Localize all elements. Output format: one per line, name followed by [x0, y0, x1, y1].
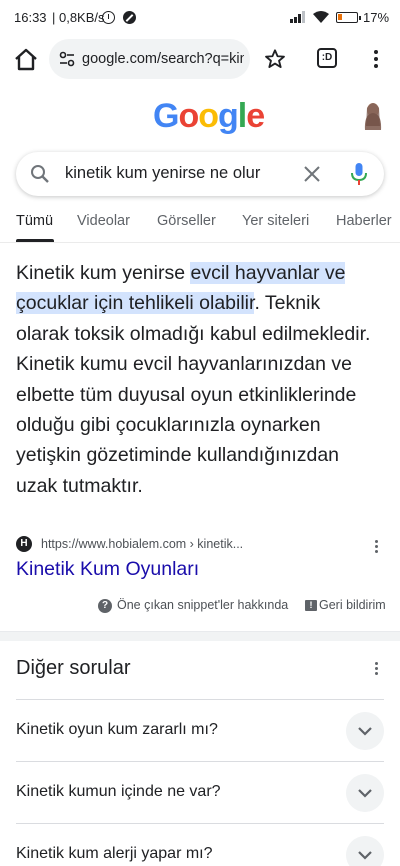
chevron-down-icon[interactable] — [346, 712, 384, 750]
feedback-label: Geri bildirim — [319, 598, 386, 612]
star-icon[interactable] — [264, 48, 286, 70]
url-text: google.com/search?q=kinetik — [82, 51, 244, 67]
network-speed: | 0,8KB/s — [52, 10, 105, 25]
search-input[interactable]: kinetik kum yenirse ne olur — [65, 164, 260, 183]
question-item[interactable]: Kinetik kumun içinde ne var? — [16, 761, 384, 823]
tab-all[interactable]: Tümü — [16, 213, 53, 229]
question-text: Kinetik kumun içinde ne var? — [16, 783, 221, 800]
google-logo[interactable]: Google — [153, 98, 265, 134]
tab-places[interactable]: Yer siteleri — [242, 213, 309, 229]
search-tabs: Tümü Videolar Görseller Yer siteleri Hab… — [0, 208, 400, 242]
help-icon: ? — [98, 599, 112, 613]
question-text: Kinetik oyun kum zararlı mı? — [16, 721, 218, 738]
site-settings-icon[interactable] — [59, 51, 75, 67]
question-item[interactable]: Kinetik oyun kum zararlı mı? — [16, 699, 384, 761]
browser-toolbar: google.com/search?q=kinetik :D — [0, 36, 400, 84]
tab-switcher-icon[interactable]: :D — [317, 48, 337, 68]
section-separator — [0, 631, 400, 641]
battery-icon — [336, 12, 361, 23]
feedback-icon: ! — [305, 600, 317, 611]
home-icon[interactable] — [12, 46, 40, 74]
about-snippets-label: Öne çıkan snippet'ler hakkında — [117, 598, 289, 612]
tab-images[interactable]: Görseller — [157, 213, 216, 229]
chevron-down-icon[interactable] — [346, 836, 384, 866]
more-vert-icon[interactable] — [366, 47, 386, 71]
close-icon[interactable] — [302, 164, 322, 184]
question-item[interactable]: Kinetik kum alerji yapar mı? — [16, 823, 384, 866]
microphone-icon[interactable] — [350, 162, 368, 186]
tab-videos[interactable]: Videolar — [77, 213, 130, 229]
question-text: Kinetik kum alerji yapar mı? — [16, 845, 213, 862]
status-time: 16:33 — [14, 10, 47, 25]
source-url[interactable]: https://www.hobialem.com › kinetik... — [41, 537, 243, 551]
address-bar[interactable]: google.com/search?q=kinetik — [49, 39, 250, 79]
search-icon — [31, 165, 49, 183]
search-box[interactable]: kinetik kum yenirse ne olur — [16, 152, 384, 196]
chevron-down-icon[interactable] — [346, 774, 384, 812]
tab-news[interactable]: Haberler — [336, 213, 392, 229]
avatar[interactable] — [359, 100, 387, 130]
alarm-icon — [102, 11, 115, 24]
other-questions-title: Diğer sorular — [16, 657, 131, 679]
featured-snippet-text: Kinetik kum yenirse evcil hayvanlar ve ç… — [16, 262, 371, 497]
do-not-disturb-icon — [123, 11, 136, 24]
status-bar: 16:33 | 0,8KB/s 17% — [0, 0, 400, 36]
source-title-link[interactable]: Kinetik Kum Oyunları — [16, 558, 199, 581]
divider — [0, 242, 400, 243]
site-favicon: H — [16, 536, 32, 552]
wifi-icon — [313, 11, 329, 23]
more-vert-icon[interactable] — [372, 660, 382, 676]
more-vert-icon[interactable] — [372, 538, 382, 554]
signal-icon — [290, 11, 306, 23]
battery-percent: 17% — [363, 10, 390, 25]
